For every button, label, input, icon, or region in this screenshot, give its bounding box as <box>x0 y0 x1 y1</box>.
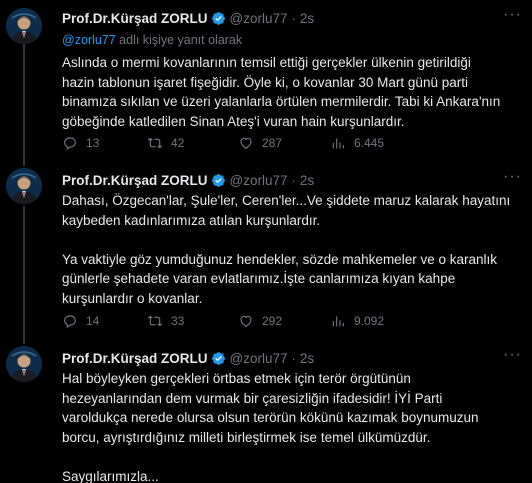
thread-connector <box>23 158 25 166</box>
reply-icon <box>64 137 76 151</box>
like-count: 292 <box>262 314 283 328</box>
author-handle[interactable]: @zorlu77 <box>230 173 288 188</box>
tweet-text-line: hezeyanlarından dem vurmak bir çaresizli… <box>62 390 443 406</box>
tweet-text-line: Hal böyleyken gerçekleri örtbas etmek iç… <box>62 371 411 386</box>
thread-connector <box>23 44 25 158</box>
retweet-button[interactable]: 42 <box>147 134 184 152</box>
tweet-text-line: göbeğinde katledilen Sinan Ateş'i vuran … <box>62 113 405 129</box>
views-chart-icon <box>332 138 344 149</box>
thread-connector <box>23 206 25 334</box>
retweet-button[interactable]: 33 <box>147 312 184 330</box>
tweet[interactable]: Prof.Dr.Kürşad ZORLU @zorlu77 · 2s ··· @… <box>0 0 532 158</box>
tweet-text-line: Aslında o mermi kovanlarının temsil etti… <box>62 55 471 70</box>
tweet-header: Prof.Dr.Kürşad ZORLU @zorlu77 · 2s <box>62 8 314 28</box>
verified-badge-icon <box>211 173 226 188</box>
tweet-header: Prof.Dr.Kürşad ZORLU @zorlu77 · 2s <box>62 348 314 368</box>
more-dots-icon[interactable]: ··· <box>503 168 522 186</box>
tweet-text-line: borcu, ayrıştırdığınız milleti birleştir… <box>62 429 431 445</box>
author-name[interactable]: Prof.Dr.Kürşad ZORLU <box>62 351 208 366</box>
author-name[interactable]: Prof.Dr.Kürşad ZORLU <box>62 11 208 26</box>
tweet-header: Prof.Dr.Kürşad ZORLU @zorlu77 · 2s <box>62 170 314 190</box>
avatar[interactable] <box>6 346 42 382</box>
tweet-time[interactable]: 2s <box>300 173 314 188</box>
reply-icon <box>64 315 76 329</box>
avatar[interactable] <box>6 168 42 204</box>
verified-badge-icon <box>211 11 226 26</box>
thread-connector <box>23 334 25 344</box>
verified-badge-icon <box>211 351 226 366</box>
tweet[interactable]: Prof.Dr.Kürşad ZORLU @zorlu77 · 2s ··· H… <box>0 334 532 483</box>
tweet-text-line: hazin tablonun işaret fişeğidir. Öyle ki… <box>62 74 468 90</box>
retweet-count: 42 <box>171 136 185 150</box>
tweet-time[interactable]: 2s <box>300 11 314 26</box>
more-dots-icon[interactable]: ··· <box>503 6 522 24</box>
retweet-icon <box>147 137 163 149</box>
author-name[interactable]: Prof.Dr.Kürşad ZORLU <box>62 173 208 188</box>
timeline-feed: Prof.Dr.Kürşad ZORLU @zorlu77 · 2s ··· @… <box>0 0 532 483</box>
separator-dot: · <box>291 10 296 26</box>
retweet-icon <box>147 315 163 327</box>
like-count: 287 <box>262 136 283 150</box>
separator-dot: · <box>291 350 296 366</box>
tweet-text: Aslında o mermi kovanlarının temsil etti… <box>62 53 522 131</box>
like-button[interactable]: 287 <box>238 134 282 152</box>
views-button[interactable]: 6.445 <box>330 134 384 152</box>
views-count: 9.092 <box>354 314 385 328</box>
more-dots-icon[interactable]: ··· <box>503 346 522 364</box>
tweet-actions: 14 33 292 9.092 <box>62 312 522 330</box>
reply-suffix: adlı kişiye yanıt olarak <box>115 33 243 47</box>
like-button[interactable]: 292 <box>238 312 282 330</box>
reply-button[interactable]: 13 <box>62 134 99 152</box>
retweet-count: 33 <box>171 314 185 328</box>
separator-dot: · <box>291 172 296 188</box>
views-chart-icon <box>332 316 344 327</box>
views-button[interactable]: 9.092 <box>330 312 384 330</box>
tweet-text-line: binamıza sıkılan ve üzeri yalanlarla ört… <box>62 94 501 109</box>
tweet-text-line: kaybeden kadınlarımıza atılan kurşunlard… <box>62 212 321 228</box>
author-handle[interactable]: @zorlu77 <box>230 351 288 366</box>
tweet-text-line: Saygılarımızla... <box>62 468 159 483</box>
tweet-time[interactable]: 2s <box>300 351 314 366</box>
reply-button[interactable]: 14 <box>62 312 99 330</box>
tweet[interactable]: Prof.Dr.Kürşad ZORLU @zorlu77 · 2s ··· D… <box>0 158 532 334</box>
reply-count: 14 <box>86 314 100 328</box>
tweet-actions: 13 42 287 6.445 <box>62 134 522 152</box>
reply-context: @zorlu77 adlı kişiye yanıt olarak <box>62 33 242 47</box>
reply-count: 13 <box>86 136 100 150</box>
reply-mention[interactable]: @zorlu77 <box>62 33 116 47</box>
heart-icon <box>240 137 252 149</box>
tweet-text-line: Ya vaktiyle göz yumduğunuz hendekler, sö… <box>62 251 497 267</box>
author-handle[interactable]: @zorlu77 <box>230 11 288 26</box>
avatar[interactable] <box>6 8 42 44</box>
tweet-text: Hal böyleyken gerçekleri örtbas etmek iç… <box>62 369 522 483</box>
tweet-text-line: varoldukça nerede olursa olsun terörün k… <box>62 410 479 425</box>
tweet-text: Dahası, Özgecan'lar, Şule'ler, Ceren'ler… <box>62 191 522 308</box>
tweet-text-line: Dahası, Özgecan'lar, Şule'ler, Ceren'ler… <box>62 193 511 208</box>
tweet-text-line: günlerle şehadete varan evlatlarımız.İşt… <box>62 271 456 286</box>
views-count: 6.445 <box>354 136 385 150</box>
heart-icon <box>240 315 252 327</box>
tweet-text-line: kurşunlardır o kovanlar. <box>62 290 203 306</box>
